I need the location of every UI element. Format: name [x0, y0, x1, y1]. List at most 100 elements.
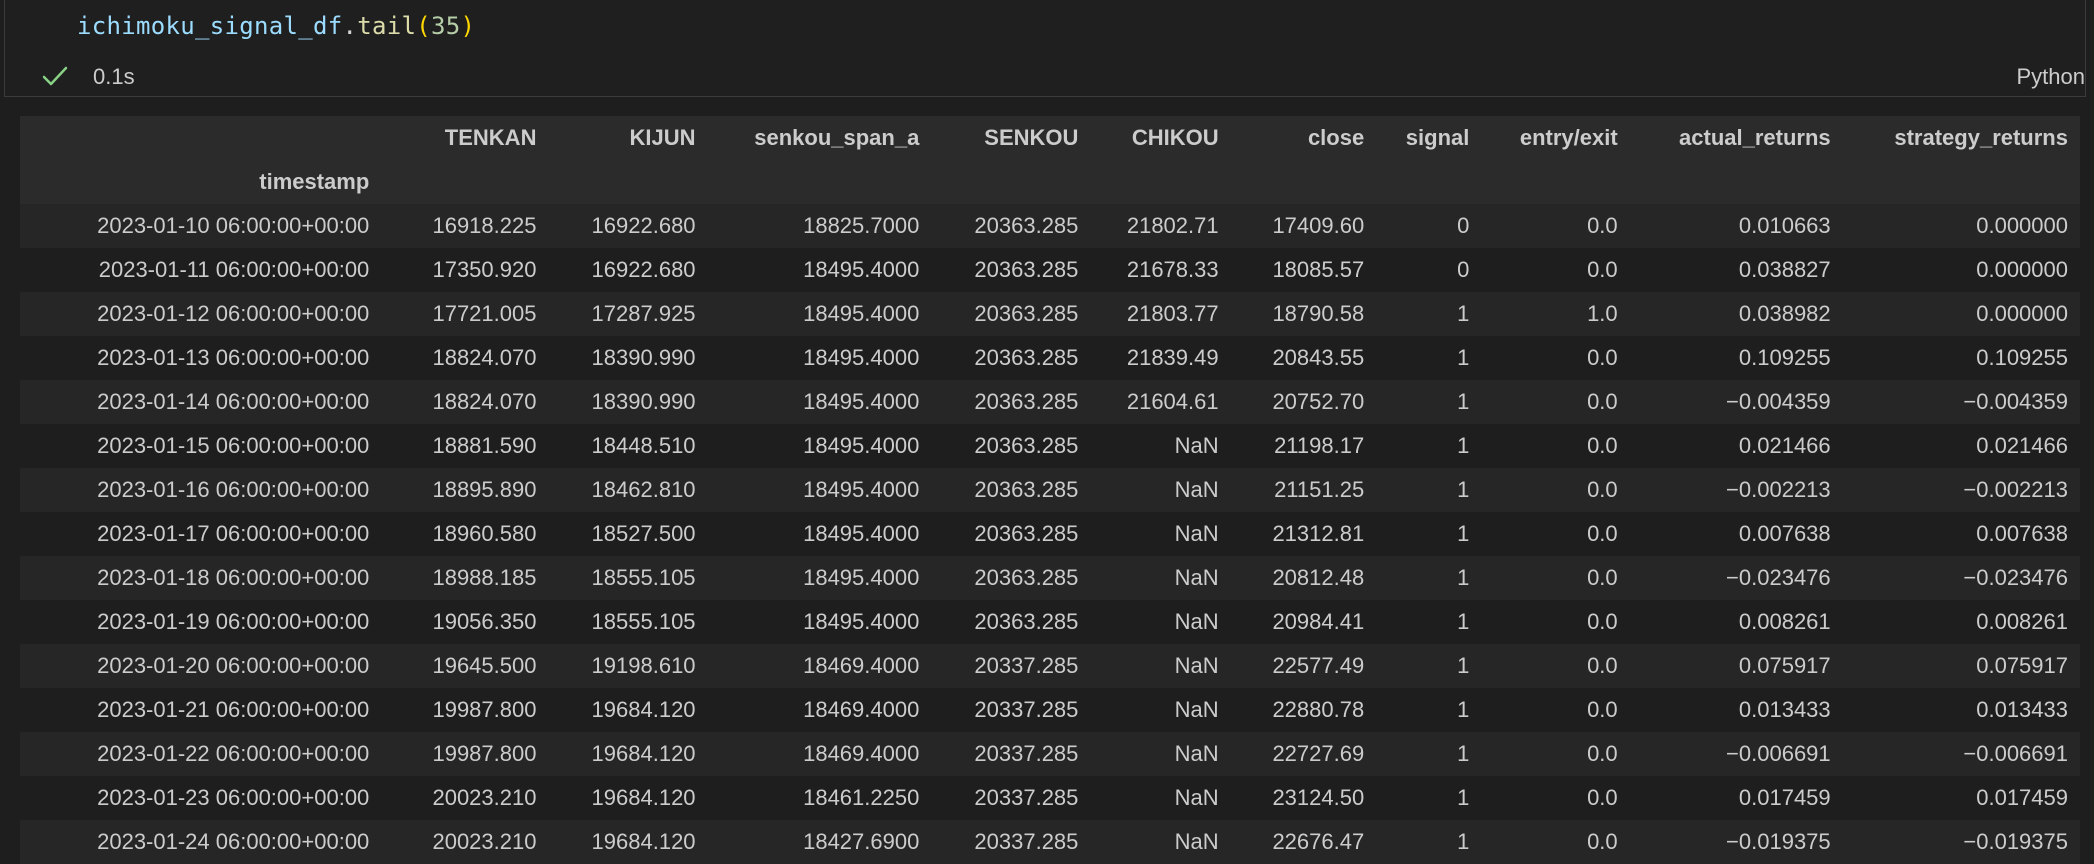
- table-cell: 0.0: [1587, 521, 1618, 546]
- table-cell: 0.0: [1587, 257, 1618, 282]
- table-cell: 18881.590: [432, 433, 537, 458]
- table-cell: 19987.800: [432, 741, 537, 766]
- table-cell: 21839.49: [1126, 345, 1219, 370]
- table-cell: 0.075917: [1738, 653, 1831, 678]
- table-cell: 18495.4000: [803, 345, 920, 370]
- table-cell: 20363.285: [974, 565, 1079, 590]
- table-row: 2023-01-23 06:00:00+00:00 20023.210 19684.…: [20, 776, 2080, 820]
- table-cell: 1: [1457, 433, 1470, 458]
- empty-header-cell: [708, 160, 932, 204]
- table-cell: 0.109255: [1976, 345, 2068, 370]
- table-cell: 20363.285: [974, 477, 1079, 502]
- column-header: KIJUN: [629, 125, 696, 150]
- dataframe-table: TENKAN KIJUN senkou_span_a SENKOU CHIKOU…: [20, 116, 2080, 864]
- table-cell: 18427.6900: [803, 829, 920, 854]
- table-cell: 18495.4000: [803, 433, 920, 458]
- table-cell: 21198.17: [1274, 433, 1365, 458]
- table-cell: 19056.350: [432, 609, 537, 634]
- table-cell: 18390.990: [591, 389, 696, 414]
- table-cell: 18495.4000: [803, 609, 920, 634]
- table-cell: 21604.61: [1126, 389, 1219, 414]
- table-cell: NaN: [1174, 477, 1219, 502]
- table-cell: 0.010663: [1738, 213, 1831, 238]
- code-variable: ichimoku_signal_df: [77, 12, 343, 40]
- table-cell: NaN: [1174, 565, 1219, 590]
- column-header: TENKAN: [444, 125, 537, 150]
- code-line[interactable]: ichimoku_signal_df.tail(35): [77, 12, 475, 40]
- table-cell: 21803.77: [1126, 301, 1219, 326]
- table-cell: 0.000000: [1976, 301, 2068, 326]
- column-header-row: TENKAN KIJUN senkou_span_a SENKOU CHIKOU…: [20, 116, 2080, 160]
- empty-header-cell: [1481, 160, 1629, 204]
- table-cell: NaN: [1174, 785, 1219, 810]
- row-index: 2023-01-21 06:00:00+00:00: [97, 697, 370, 722]
- table-cell: 0.007638: [1976, 521, 2068, 546]
- code-cell-editor[interactable]: ichimoku_signal_df.tail(35) 0.1s Python: [4, 0, 2086, 97]
- row-index: 2023-01-10 06:00:00+00:00: [97, 213, 370, 238]
- table-cell: NaN: [1174, 433, 1219, 458]
- empty-header-cell: [931, 160, 1090, 204]
- table-cell: 0.013433: [1976, 697, 2068, 722]
- empty-header-cell: [1231, 160, 1377, 204]
- empty-header-cell: [1090, 160, 1230, 204]
- row-index: 2023-01-22 06:00:00+00:00: [97, 741, 370, 766]
- table-cell: 0.038827: [1738, 257, 1831, 282]
- column-header: CHIKOU: [1131, 125, 1219, 150]
- table-row: 2023-01-10 06:00:00+00:00 16918.225 16922.…: [20, 204, 2080, 248]
- table-cell: 0.0: [1587, 389, 1618, 414]
- table-cell: 18988.185: [432, 565, 537, 590]
- table-cell: 1: [1457, 785, 1470, 810]
- table-cell: 18469.4000: [803, 697, 920, 722]
- table-cell: 16922.680: [591, 257, 696, 282]
- table-cell: 0.013433: [1738, 697, 1831, 722]
- table-cell: 20337.285: [974, 741, 1079, 766]
- empty-header-cell: [381, 160, 548, 204]
- table-cell: 18495.4000: [803, 257, 920, 282]
- table-cell: 19684.120: [591, 785, 696, 810]
- table-cell: 1: [1457, 741, 1470, 766]
- table-cell: 18825.7000: [803, 213, 920, 238]
- table-cell: 16922.680: [591, 213, 696, 238]
- table-cell: 22727.69: [1272, 741, 1365, 766]
- table-cell: 0.0: [1587, 697, 1618, 722]
- table-cell: 16918.225: [432, 213, 537, 238]
- kernel-language-label[interactable]: Python: [2017, 64, 2086, 90]
- code-open-paren: (: [416, 12, 431, 40]
- table-cell: 17350.920: [432, 257, 537, 282]
- table-row: 2023-01-11 06:00:00+00:00 17350.920 16922.…: [20, 248, 2080, 292]
- table-cell: 22880.78: [1272, 697, 1365, 722]
- table-cell: −0.023476: [1963, 565, 2068, 590]
- table-row: 2023-01-24 06:00:00+00:00 20023.210 19684.…: [20, 820, 2080, 864]
- table-cell: 18824.070: [432, 389, 537, 414]
- table-cell: −0.023476: [1726, 565, 1831, 590]
- table-cell: NaN: [1174, 829, 1219, 854]
- table-cell: 1: [1457, 653, 1470, 678]
- check-icon: [42, 66, 68, 86]
- table-cell: −0.006691: [1963, 741, 2068, 766]
- table-cell: 1: [1457, 609, 1470, 634]
- table-cell: 0.0: [1587, 653, 1618, 678]
- table-cell: 0: [1457, 213, 1470, 238]
- table-cell: 0.0: [1587, 477, 1618, 502]
- table-row: 2023-01-19 06:00:00+00:00 19056.350 18555.…: [20, 600, 2080, 644]
- table-cell: 1: [1457, 697, 1470, 722]
- column-header: signal: [1405, 125, 1470, 150]
- table-cell: 0.0: [1587, 829, 1618, 854]
- table-cell: 0.008261: [1738, 609, 1831, 634]
- table-row: 2023-01-20 06:00:00+00:00 19645.500 19198.…: [20, 644, 2080, 688]
- table-cell: 0.0: [1587, 213, 1618, 238]
- table-cell: 18448.510: [591, 433, 696, 458]
- table-cell: 1: [1457, 477, 1470, 502]
- code-close-paren: ): [460, 12, 476, 40]
- row-index: 2023-01-11 06:00:00+00:00: [98, 257, 370, 282]
- table-cell: −0.019375: [1963, 829, 2068, 854]
- empty-header-cell: [1630, 160, 1843, 204]
- table-row: 2023-01-17 06:00:00+00:00 18960.580 18527.…: [20, 512, 2080, 556]
- row-index: 2023-01-17 06:00:00+00:00: [97, 521, 370, 546]
- table-cell: 21151.25: [1274, 477, 1365, 502]
- row-index: 2023-01-23 06:00:00+00:00: [97, 785, 370, 810]
- table-row: 2023-01-14 06:00:00+00:00 18824.070 18390.…: [20, 380, 2080, 424]
- table-cell: 17409.60: [1272, 213, 1365, 238]
- table-cell: 19198.610: [591, 653, 696, 678]
- table-cell: 20363.285: [974, 257, 1079, 282]
